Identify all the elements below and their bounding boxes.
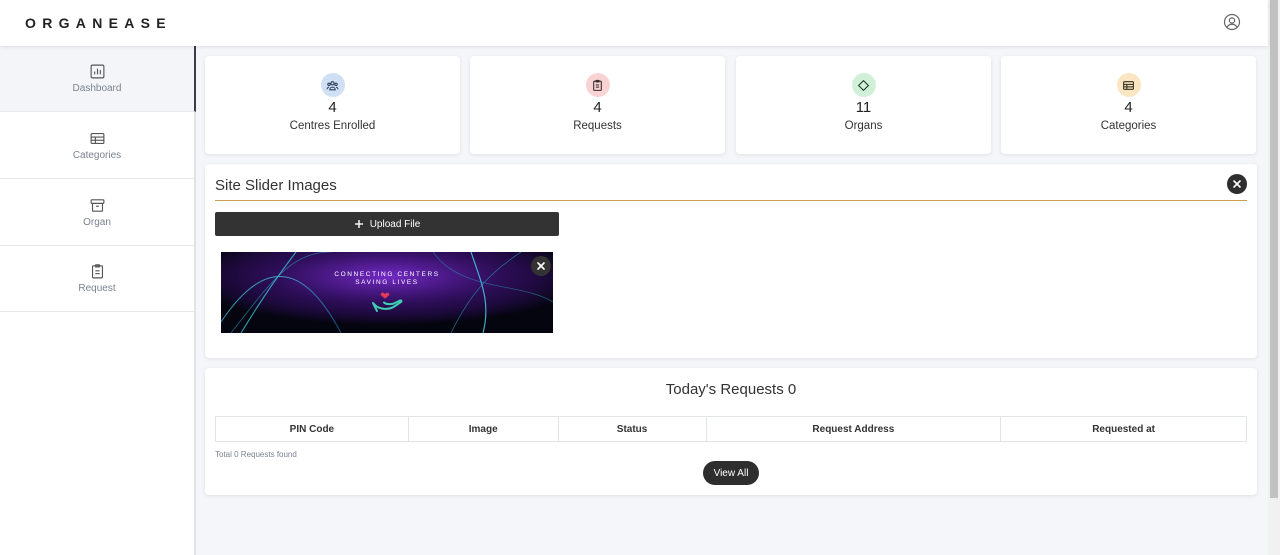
- sidebar-item-categories[interactable]: Categories: [0, 113, 194, 179]
- column-header-image[interactable]: Image: [407, 416, 559, 442]
- users-icon: [320, 73, 345, 97]
- slide-text-line2: SAVING LIVES: [355, 279, 419, 286]
- stat-label: Requests: [573, 120, 622, 132]
- diamond-icon: [851, 73, 876, 97]
- table-icon: [90, 132, 104, 145]
- column-header-request-address[interactable]: Request Address: [705, 416, 1002, 442]
- slider-section: Site Slider Images Upload File CONNECTIN…: [205, 164, 1257, 358]
- requests-table: PIN Code Image Status Request Address Re…: [215, 416, 1247, 442]
- stat-value: 4: [1124, 99, 1133, 116]
- section-title: Site Slider Images: [215, 177, 337, 194]
- column-header-requested-at[interactable]: Requested at: [1000, 416, 1247, 442]
- sidebar-item-label: Dashboard: [72, 83, 122, 94]
- clipboard-icon: [585, 73, 610, 97]
- remove-slide-button[interactable]: [531, 256, 551, 276]
- app-logo[interactable]: ORGANEASE: [25, 15, 172, 31]
- sidebar-item-label: Categories: [72, 150, 122, 161]
- slide-text-line1: CONNECTING CENTERS: [334, 271, 439, 278]
- stat-value: 4: [328, 99, 337, 116]
- scrollbar-thumb[interactable]: [1270, 0, 1278, 498]
- clipboard-icon: [91, 264, 103, 279]
- sidebar-item-label: Request: [78, 283, 116, 294]
- stat-card-categories[interactable]: 4 Categories: [1001, 56, 1256, 154]
- table-icon: [1116, 73, 1141, 97]
- table-header-row: PIN Code Image Status Request Address Re…: [215, 416, 1247, 442]
- requests-count-text: Total 0 Requests found: [215, 450, 297, 459]
- sidebar-item-request[interactable]: Request: [0, 246, 194, 312]
- sidebar-item-label: Organ: [83, 217, 111, 228]
- sidebar-item-organ[interactable]: Organ: [0, 180, 194, 246]
- close-section-button[interactable]: [1227, 174, 1247, 194]
- slider-artwork: CONNECTING CENTERS SAVING LIVES: [221, 252, 553, 333]
- todays-requests-section: Today's Requests 0 PIN Code Image Status…: [205, 368, 1257, 495]
- slider-image: CONNECTING CENTERS SAVING LIVES: [221, 252, 553, 333]
- close-icon: [537, 262, 545, 270]
- upload-file-button[interactable]: Upload File: [215, 212, 559, 236]
- view-all-button[interactable]: View All: [703, 461, 759, 485]
- column-header-pin-code[interactable]: PIN Code: [215, 416, 409, 442]
- stat-label: Centres Enrolled: [289, 120, 376, 132]
- stat-value: 11: [855, 99, 872, 116]
- stat-label: Categories: [1100, 120, 1157, 132]
- title-divider: [215, 200, 1247, 201]
- sidebar-item-dashboard[interactable]: Dashboard: [0, 46, 196, 112]
- upload-file-label: Upload File: [369, 218, 421, 230]
- archive-box-icon: [90, 199, 104, 212]
- requests-title: Today's Requests 0: [665, 381, 797, 398]
- close-icon: [1233, 180, 1241, 188]
- stat-card-organs[interactable]: 11 Organs: [736, 56, 991, 154]
- stat-label: Organs: [844, 120, 883, 132]
- stat-card-centres[interactable]: 4 Centres Enrolled: [205, 56, 460, 154]
- stat-card-requests[interactable]: 4 Requests: [470, 56, 725, 154]
- column-header-status[interactable]: Status: [557, 416, 707, 442]
- user-circle-icon[interactable]: [1223, 13, 1241, 31]
- sidebar: Dashboard Categories Organ Request: [0, 46, 196, 555]
- stat-value: 4: [593, 99, 602, 116]
- bar-chart-icon: [90, 64, 104, 79]
- top-bar: ORGANEASE: [0, 0, 1268, 46]
- plus-icon: [354, 220, 363, 228]
